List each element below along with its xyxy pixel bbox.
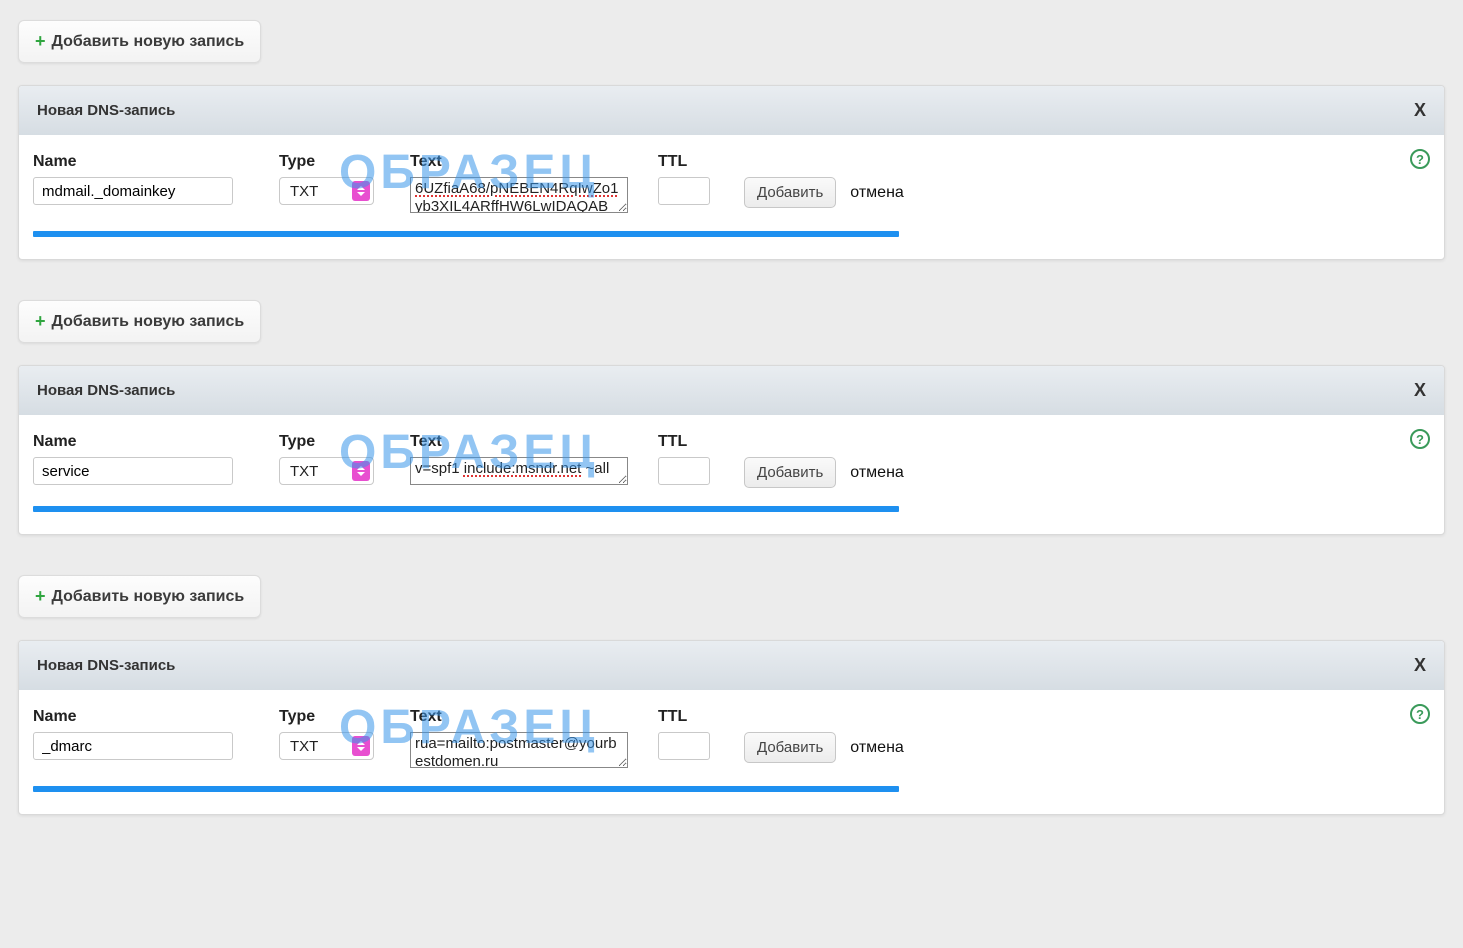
select-caret-icon <box>352 181 370 201</box>
name-input[interactable] <box>33 732 233 760</box>
progress-bar <box>33 231 899 237</box>
name-input[interactable] <box>33 177 233 205</box>
name-label: Name <box>33 708 253 726</box>
dns-record-panel: Новая DNS-запись X ? ОБРАЗЕЦ Name Type T… <box>18 640 1445 815</box>
progress-bar <box>33 786 899 792</box>
add-record-button[interactable]: + Добавить новую запись <box>18 575 261 618</box>
text-input[interactable]: 6UZfiaA68/pNEBEN4RqIwZo1yb3XIL4ARffHW6Lw… <box>410 177 628 213</box>
submit-button[interactable]: Добавить <box>744 732 836 763</box>
ttl-input[interactable] <box>658 177 710 205</box>
plus-icon: + <box>35 31 46 52</box>
cancel-link[interactable]: отмена <box>850 464 904 482</box>
submit-button[interactable]: Добавить <box>744 177 836 208</box>
panel-title: Новая DNS-запись <box>37 102 175 119</box>
plus-icon: + <box>35 311 46 332</box>
add-record-button[interactable]: + Добавить новую запись <box>18 20 261 63</box>
type-select[interactable]: TXT <box>279 457 374 485</box>
progress-bar <box>33 506 899 512</box>
type-label: Type <box>279 433 384 451</box>
type-value: TXT <box>290 738 318 755</box>
add-record-button[interactable]: + Добавить новую запись <box>18 300 261 343</box>
text-label: Text <box>410 708 632 726</box>
name-input[interactable] <box>33 457 233 485</box>
add-record-label: Добавить новую запись <box>52 313 245 331</box>
add-record-label: Добавить новую запись <box>52 33 245 51</box>
type-select[interactable]: TXT <box>279 177 374 205</box>
select-caret-icon <box>352 461 370 481</box>
panel-title: Новая DNS-запись <box>37 382 175 399</box>
cancel-link[interactable]: отмена <box>850 739 904 757</box>
panel-title: Новая DNS-запись <box>37 657 175 674</box>
add-record-label: Добавить новую запись <box>52 588 245 606</box>
text-input[interactable]: rua=mailto:postmaster@yourbestdomen.ru <box>410 732 628 768</box>
ttl-label: TTL <box>658 433 718 451</box>
name-label: Name <box>33 433 253 451</box>
dns-record-panel: Новая DNS-запись X ? ОБРАЗЕЦ Name Type T… <box>18 85 1445 260</box>
cancel-link[interactable]: отмена <box>850 184 904 202</box>
close-icon[interactable]: X <box>1414 100 1426 121</box>
name-label: Name <box>33 153 253 171</box>
close-icon[interactable]: X <box>1414 655 1426 676</box>
dns-record-panel: Новая DNS-запись X ? ОБРАЗЕЦ Name Type T… <box>18 365 1445 535</box>
type-select[interactable]: TXT <box>279 732 374 760</box>
ttl-input[interactable] <box>658 732 710 760</box>
type-label: Type <box>279 708 384 726</box>
ttl-input[interactable] <box>658 457 710 485</box>
select-caret-icon <box>352 736 370 756</box>
submit-button[interactable]: Добавить <box>744 457 836 488</box>
ttl-label: TTL <box>658 708 718 726</box>
ttl-label: TTL <box>658 153 718 171</box>
type-value: TXT <box>290 183 318 200</box>
type-value: TXT <box>290 463 318 480</box>
text-label: Text <box>410 433 632 451</box>
text-label: Text <box>410 153 632 171</box>
close-icon[interactable]: X <box>1414 380 1426 401</box>
text-input[interactable]: v=spf1 include:msndr.net ~all <box>410 457 628 485</box>
plus-icon: + <box>35 586 46 607</box>
type-label: Type <box>279 153 384 171</box>
